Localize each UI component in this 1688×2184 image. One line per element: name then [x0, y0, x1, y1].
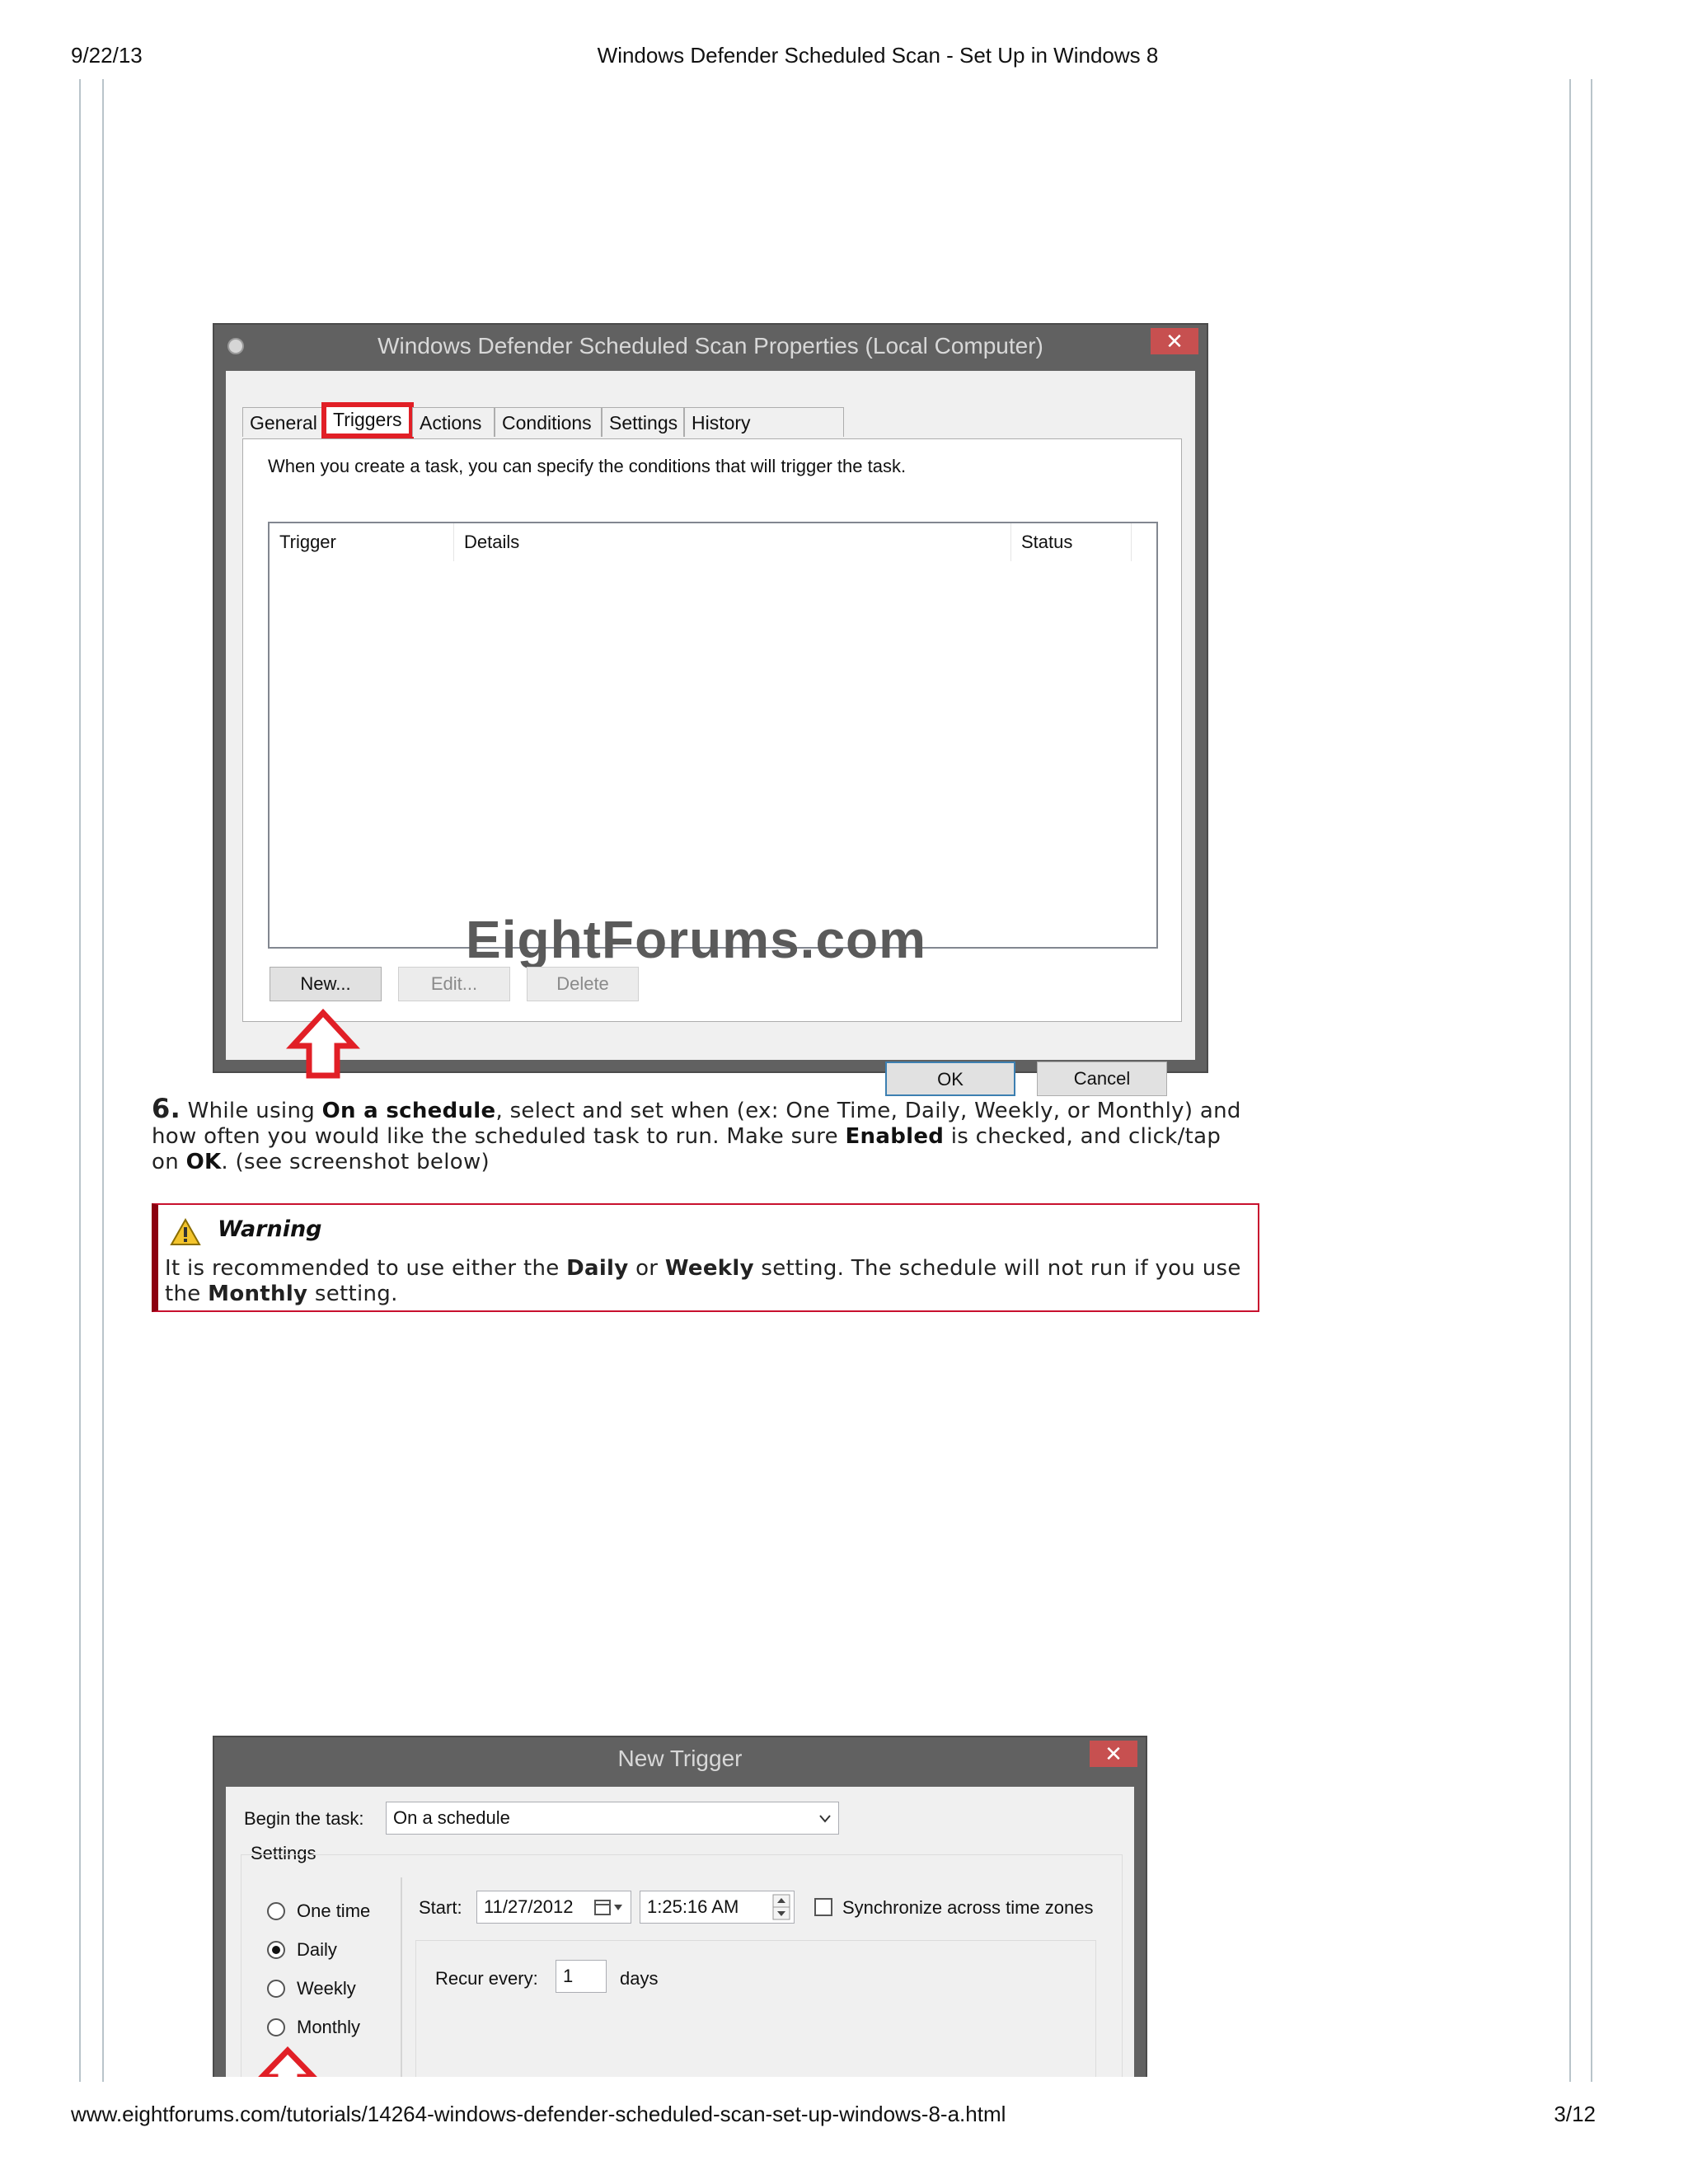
radio-one-time-label[interactable]: One time: [297, 1900, 370, 1922]
warning-text: It is recommended to use either the Dail…: [165, 1256, 1245, 1307]
tab-conditions[interactable]: Conditions: [495, 407, 602, 437]
sync-timezones-checkbox[interactable]: [814, 1898, 832, 1916]
warning-bold-monthly: Monthly: [208, 1282, 308, 1306]
new-trigger-window: New Trigger ✕ Begin the task: On a sched…: [213, 1736, 1147, 2077]
recur-every-input[interactable]: 1: [556, 1960, 607, 1993]
ok-button[interactable]: OK: [885, 1062, 1015, 1096]
edit-button[interactable]: Edit...: [398, 967, 510, 1001]
step-bold-enabled: Enabled: [845, 1124, 945, 1149]
calendar-icon: [594, 1900, 622, 1915]
window-title: New Trigger: [617, 1746, 743, 1771]
step-number: 6.: [152, 1093, 181, 1124]
column-details[interactable]: Details: [454, 523, 1011, 561]
window-client-area: General Triggers Actions Conditions Sett…: [226, 371, 1195, 1096]
recur-group: [415, 1940, 1096, 2077]
step-6-text: 6. While using On a schedule, select and…: [152, 1093, 1248, 1175]
clock-icon: [227, 338, 244, 354]
window-title: Windows Defender Scheduled Scan Properti…: [377, 333, 1043, 359]
warning-icon: [170, 1218, 201, 1245]
begin-task-dropdown[interactable]: On a schedule: [386, 1802, 839, 1835]
column-status[interactable]: Status: [1011, 523, 1132, 561]
close-button[interactable]: ✕: [1090, 1741, 1137, 1767]
triggers-description: When you create a task, you can specify …: [268, 456, 907, 476]
warning-bold-weekly: Weekly: [664, 1256, 754, 1281]
warning-bold-daily: Daily: [566, 1256, 629, 1281]
start-label: Start:: [419, 1897, 462, 1918]
warning-box: Warning It is recommended to use either …: [152, 1203, 1259, 1312]
radio-one-time[interactable]: [267, 1902, 285, 1920]
delete-button[interactable]: Delete: [527, 967, 639, 1001]
new-button[interactable]: New...: [270, 967, 382, 1001]
radio-daily[interactable]: [267, 1941, 285, 1959]
settings-divider: [401, 1877, 402, 2077]
step-bold-on-a-schedule: On a schedule: [321, 1099, 496, 1123]
warning-text-part: setting.: [307, 1282, 398, 1306]
page-number: 3/12: [1554, 2102, 1596, 2126]
up-arrow-annotation-icon: [286, 1008, 360, 1079]
tab-history[interactable]: History (disabled): [684, 407, 844, 463]
triggers-panel: When you create a task, you can specify …: [242, 438, 1182, 1079]
start-time-picker[interactable]: 1:25:16 AM: [640, 1891, 795, 1924]
up-arrow-annotation-icon: [258, 2046, 317, 2077]
sync-timezones-label[interactable]: Synchronize across time zones: [842, 1897, 1093, 1919]
step-text: . (see screenshot below): [221, 1150, 490, 1174]
warning-text-part: or: [628, 1256, 665, 1281]
spinner-icon[interactable]: [772, 1894, 790, 1920]
radio-daily-label[interactable]: Daily: [297, 1939, 337, 1961]
warning-text-part: It is recommended to use either the: [165, 1256, 567, 1281]
task-properties-window: Windows Defender Scheduled Scan Properti…: [213, 323, 1208, 1096]
triggers-list[interactable]: Trigger Details Status: [268, 522, 1158, 949]
window-titlebar: Windows Defender Scheduled Scan Properti…: [214, 325, 1207, 368]
recur-unit-label: days: [620, 1968, 659, 1989]
step-text: While using: [181, 1099, 322, 1123]
recur-every-label: Recur every:: [435, 1968, 538, 1989]
step-bold-ok: OK: [185, 1150, 222, 1174]
tab-triggers[interactable]: Triggers: [321, 402, 414, 438]
radio-monthly[interactable]: [267, 2018, 285, 2036]
radio-weekly-label[interactable]: Weekly: [297, 1978, 356, 1999]
radio-weekly[interactable]: [267, 1980, 285, 1998]
window-client-area: Begin the task: On a schedule Settings O…: [226, 1787, 1134, 2077]
window-titlebar: New Trigger: [214, 1737, 1146, 1780]
tab-actions[interactable]: Actions: [412, 407, 495, 437]
begin-task-label: Begin the task:: [244, 1808, 364, 1829]
radio-monthly-label[interactable]: Monthly: [297, 2017, 360, 2038]
tab-settings[interactable]: Settings: [602, 407, 684, 437]
close-button[interactable]: ✕: [1151, 328, 1198, 354]
column-trigger[interactable]: Trigger: [270, 523, 454, 561]
cancel-button[interactable]: Cancel: [1037, 1062, 1167, 1096]
start-date-value: 11/27/2012: [484, 1896, 574, 1917]
start-date-picker[interactable]: 11/27/2012: [476, 1891, 631, 1924]
start-time-value: 1:25:16 AM: [647, 1896, 739, 1917]
page-url: www.eightforums.com/tutorials/14264-wind…: [71, 2102, 1006, 2126]
begin-task-value: On a schedule: [393, 1807, 510, 1828]
tab-general[interactable]: General: [242, 407, 323, 437]
warning-title: Warning: [218, 1216, 322, 1242]
chevron-down-icon: [819, 1815, 831, 1823]
watermark: EightForums.com: [466, 910, 927, 969]
page-content: Windows Defender Scheduled Scan Properti…: [0, 0, 1688, 2077]
